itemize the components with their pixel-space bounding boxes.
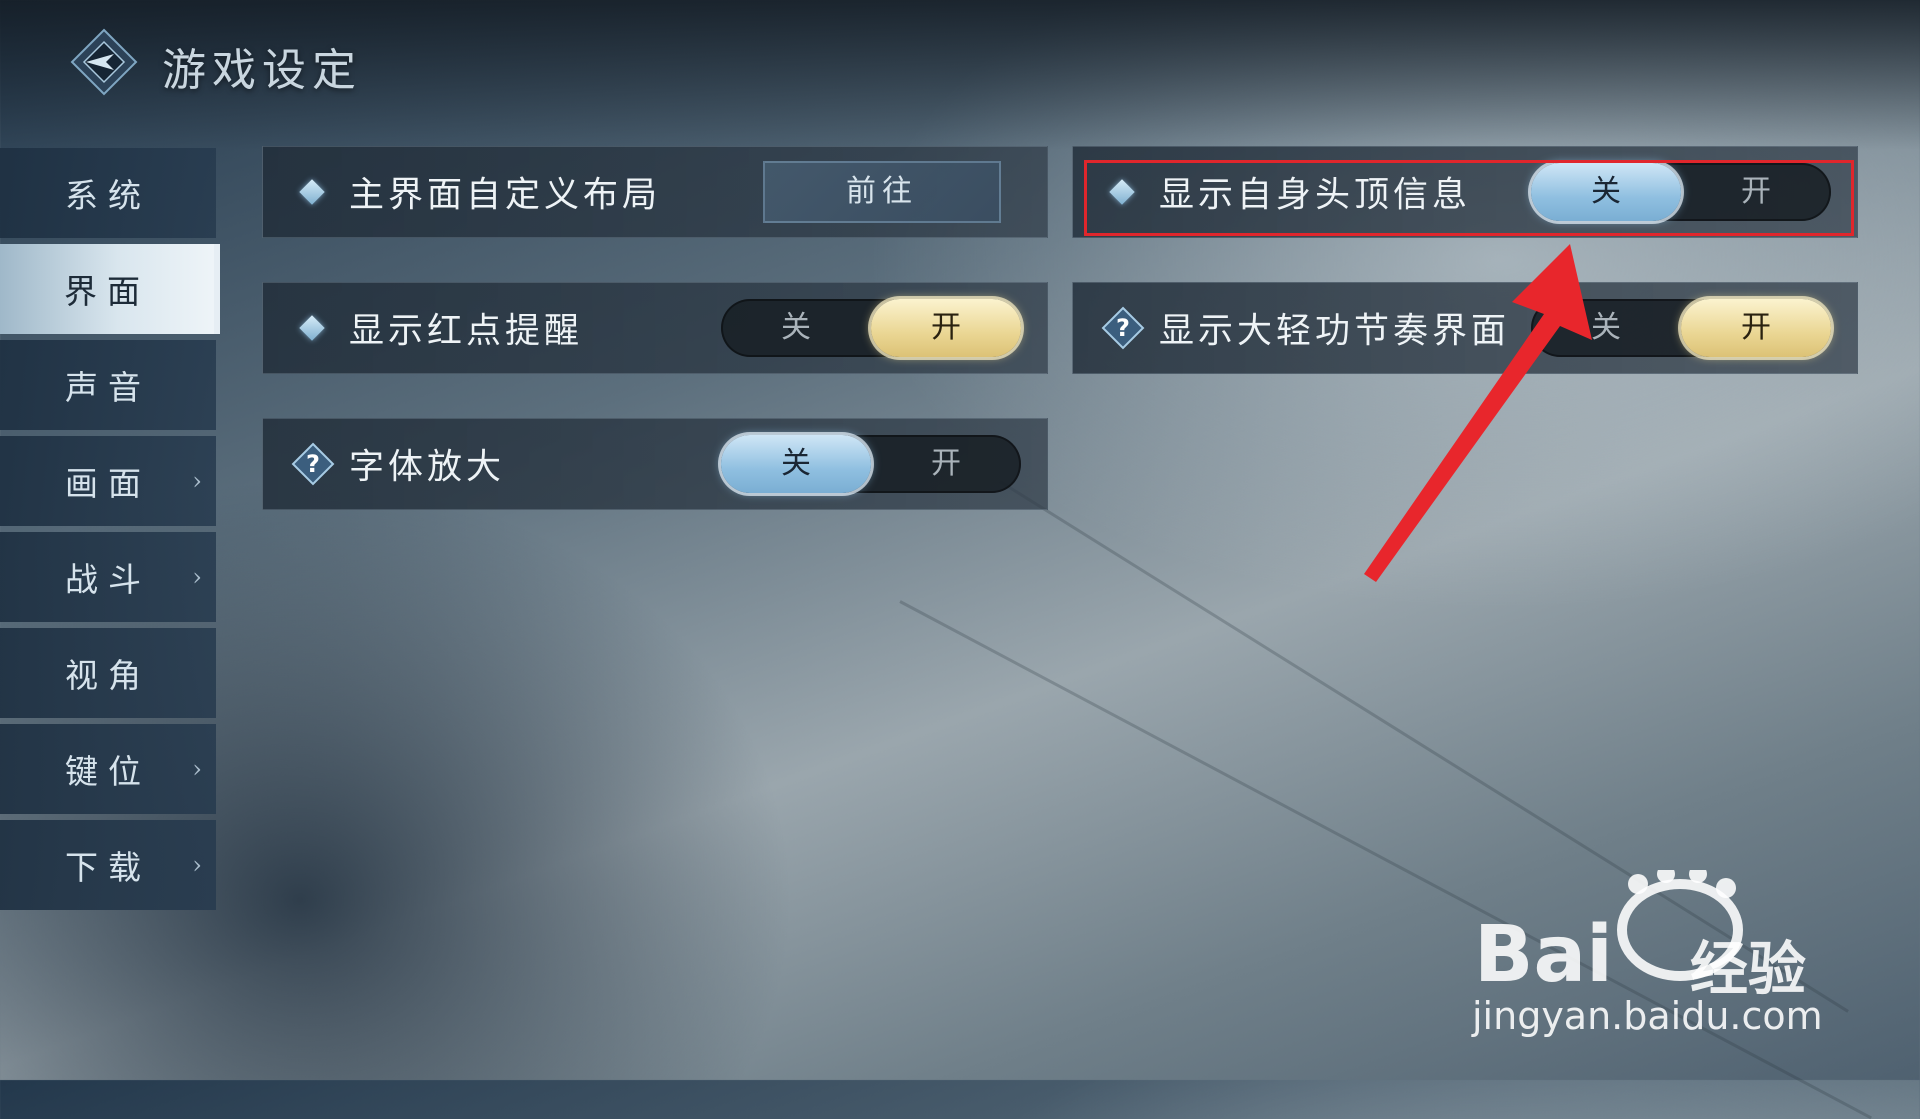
toggle-on-option[interactable]: 开 bbox=[871, 435, 1021, 493]
setting-red-dot: 显示红点提醒 关 开 bbox=[262, 282, 1048, 374]
sidebar-item-sound[interactable]: 声音 bbox=[0, 340, 216, 430]
watermark-url: jingyan.baidu.com bbox=[1472, 994, 1823, 1038]
page-title: 游戏设定 bbox=[162, 45, 362, 96]
setting-label: 主界面自定义布局 bbox=[349, 175, 662, 216]
toggle-off-option[interactable]: 关 bbox=[721, 435, 871, 493]
sidebar-item-label: 系统 bbox=[65, 176, 151, 215]
red-dot-toggle[interactable]: 关 开 bbox=[721, 299, 1021, 357]
toggle-on-option[interactable]: 开 bbox=[1681, 299, 1831, 357]
sidebar-item-camera[interactable]: 视角 bbox=[0, 628, 216, 718]
sidebar-item-keybinds[interactable]: 键位 › bbox=[0, 724, 216, 814]
settings-sidebar: 系统 界面 声音 画面 › 战斗 › 视角 键位 › 下载 › bbox=[0, 148, 220, 916]
chevron-right-icon: › bbox=[192, 467, 202, 495]
sidebar-item-system[interactable]: 系统 bbox=[0, 148, 216, 238]
sidebar-item-label: 视角 bbox=[65, 656, 151, 695]
chevron-right-icon: › bbox=[192, 755, 202, 783]
font-enlarge-toggle[interactable]: 关 开 bbox=[721, 435, 1021, 493]
sidebar-item-download[interactable]: 下载 › bbox=[0, 820, 216, 910]
setting-label: 显示红点提醒 bbox=[349, 311, 584, 352]
sidebar-item-interface[interactable]: 界面 bbox=[0, 244, 220, 334]
chevron-right-icon: › bbox=[192, 563, 202, 591]
diamond-icon bbox=[299, 179, 325, 205]
sidebar-item-combat[interactable]: 战斗 › bbox=[0, 532, 216, 622]
annotation-arrow-icon bbox=[1364, 244, 1592, 582]
goto-button[interactable]: 前往 bbox=[763, 161, 1001, 223]
annotation-highlight-box bbox=[1084, 160, 1854, 236]
help-icon[interactable]: ? bbox=[1101, 306, 1145, 350]
watermark-brand: Bai bbox=[1474, 910, 1613, 1000]
svg-text:?: ? bbox=[1116, 314, 1130, 342]
svg-text:?: ? bbox=[306, 450, 320, 478]
background-decoration bbox=[899, 600, 1872, 1119]
chevron-right-icon: › bbox=[192, 851, 202, 879]
setting-font-enlarge: ? 字体放大 关 开 bbox=[262, 418, 1048, 510]
sidebar-item-label: 界面 bbox=[64, 272, 150, 311]
game-logo-icon bbox=[70, 28, 138, 96]
help-icon[interactable]: ? bbox=[291, 442, 335, 486]
setting-label: 字体放大 bbox=[349, 447, 506, 488]
setting-custom-layout: 主界面自定义布局 前往 bbox=[262, 146, 1048, 238]
toggle-on-option[interactable]: 开 bbox=[871, 299, 1021, 357]
diamond-icon bbox=[299, 315, 325, 341]
sidebar-item-label: 战斗 bbox=[65, 560, 151, 599]
sidebar-item-graphics[interactable]: 画面 › bbox=[0, 436, 216, 526]
toggle-off-option[interactable]: 关 bbox=[721, 299, 871, 357]
sidebar-item-label: 声音 bbox=[65, 368, 151, 407]
sidebar-item-label: 画面 bbox=[65, 464, 151, 503]
sidebar-item-label: 下载 bbox=[65, 848, 151, 887]
sidebar-item-label: 键位 bbox=[65, 752, 151, 791]
